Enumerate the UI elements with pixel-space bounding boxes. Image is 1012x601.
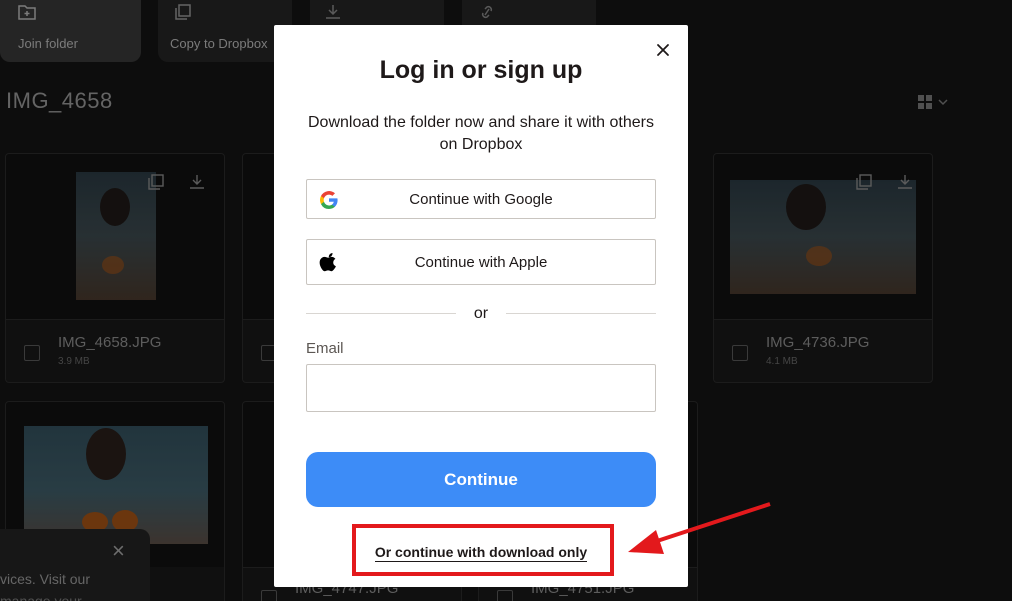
modal-title: Log in or sign up (379, 56, 583, 84)
divider-line-right (506, 313, 656, 314)
annotation-arrow-icon (628, 502, 771, 554)
continue-with-google-button[interactable]: Continue with Google (306, 179, 656, 219)
modal-subtitle: Download the folder now and share it wit… (308, 114, 654, 153)
google-button-label: Continue with Google (409, 191, 553, 208)
continue-with-apple-button[interactable]: Continue with Apple (306, 239, 656, 285)
email-field[interactable] (306, 364, 656, 412)
annotation-highlight-box (352, 524, 614, 576)
or-text: or (473, 305, 489, 322)
apple-button-label: Continue with Apple (414, 254, 548, 271)
continue-button[interactable]: Continue (306, 452, 656, 507)
or-divider: or (306, 305, 656, 322)
email-label: Email (306, 340, 344, 357)
